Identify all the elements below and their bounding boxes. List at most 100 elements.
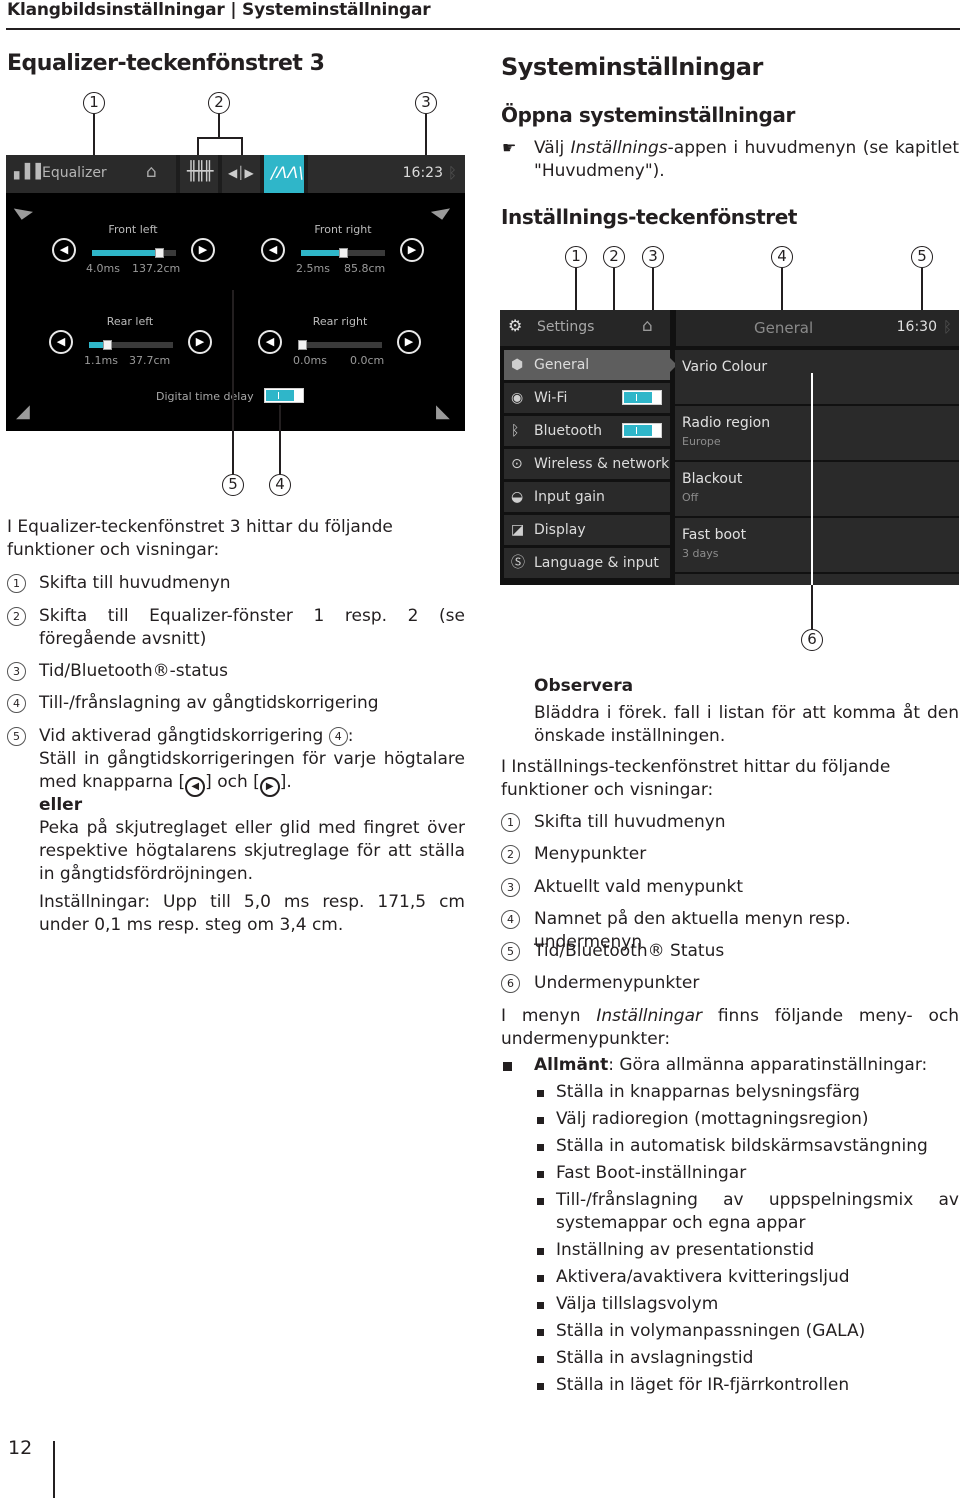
list-item: Tid/Bluetooth®-status (39, 661, 229, 681)
eq-title: Equalizer (42, 165, 107, 181)
eq-tab-mixer[interactable]: ╫╫╫ (180, 155, 218, 193)
system-settings-title: Systeminställningar (501, 53, 763, 81)
speaker-front-left-icon: ◣ (11, 196, 35, 223)
toggle-on-fill (624, 425, 652, 436)
balance-icon: ◀│▶ (228, 166, 254, 180)
header-rule (6, 28, 960, 30)
callout-4: 4 (771, 246, 793, 268)
bluetooth-icon: ᛒ (447, 164, 457, 182)
sub-list-item: Ställa in volymanpassningen (GALA) (556, 1321, 866, 1341)
sub-list-item: Aktivera/avaktivera kvitteringsljud (556, 1267, 850, 1287)
front-right-decrease-button[interactable]: ◀ (261, 238, 285, 262)
front-right-increase-button[interactable]: ▶ (400, 238, 424, 262)
note-text: Bläddra i förek. fall i listan för att k… (534, 703, 959, 746)
slider-knob[interactable] (155, 248, 165, 258)
rear-right-increase-button[interactable]: ▶ (397, 330, 421, 354)
front-right-slider[interactable] (301, 248, 385, 258)
slider-knob[interactable] (103, 340, 113, 350)
slider-knob[interactable] (298, 340, 307, 350)
settings-intro: I Inställnings-teckenfönstret hittar du … (501, 757, 891, 800)
sub-list-item: Till-/frånslagning av uppspelningsmix av… (556, 1190, 959, 1233)
item5-text: Vid aktiverad gångtidskorrigering (39, 726, 324, 746)
sub-list-item: Ställa in avslagningstid (556, 1348, 754, 1368)
gauge-icon: ◒ (511, 489, 524, 505)
bluetooth-icon: ᛒ (942, 318, 952, 336)
item5-line2: Ställ in gångtidskorrigeringen för varje… (39, 749, 465, 769)
sub-list-item: Fast Boot-inställningar (556, 1163, 747, 1183)
submenu-title: Blackout (682, 471, 743, 487)
eq-time: 16:23 (402, 165, 443, 181)
eq-tab-curve-active[interactable]: /ΛΛ\ (264, 155, 304, 193)
submenu-item-fast-boot[interactable]: Fast boot 3 days (675, 518, 959, 572)
menu-item-bluetooth[interactable]: ᛒ Bluetooth (504, 416, 670, 446)
callout-5: 5 (911, 246, 933, 268)
digital-time-delay-toggle[interactable] (264, 388, 304, 403)
display-icon: ◪ (511, 522, 525, 538)
rear-left-slider[interactable] (89, 340, 173, 350)
toggle-indicator (636, 427, 637, 434)
home-icon[interactable]: ⌂ (146, 162, 157, 182)
sub-list-item: Inställning av presentationstid (556, 1240, 815, 1260)
wifi-icon: ◉ (511, 390, 524, 406)
sub-bullet (537, 1302, 544, 1309)
curve-icon: /ΛΛ\ (271, 163, 304, 182)
sub-list-item: Välj radioregion (mottagningsregion) (556, 1109, 869, 1129)
menu-item-wireless-network[interactable]: ⊙ Wireless & network (504, 449, 670, 479)
submenu-item-more[interactable] (675, 574, 959, 585)
menu-item-input-gain[interactable]: ◒ Input gain (504, 482, 670, 512)
speaker-label-front-left: Front left (108, 223, 158, 236)
sub-list-item: Ställa in knapparnas belysningsfärg (556, 1082, 860, 1102)
callout-2: 2 (208, 92, 230, 114)
sub-bullet (537, 1329, 544, 1336)
submenu-item-vario-colour[interactable]: Vario Colour (675, 350, 959, 404)
front-left-slider[interactable] (92, 248, 176, 258)
menu-item-language-input[interactable]: Ⓢ Language & input (504, 548, 670, 578)
toggle-indicator (278, 392, 279, 399)
front-left-increase-button[interactable]: ▶ (191, 238, 215, 262)
callout-1: 1 (565, 246, 587, 268)
menu-item-display[interactable]: ◪ Display (504, 515, 670, 545)
bluetooth-toggle[interactable] (622, 423, 662, 438)
list-item: Till-/frånslagning av gångtidskorrigerin… (39, 693, 379, 713)
eq-home-tab[interactable]: ▖▌▌ Equalizer ⌂ (6, 155, 176, 193)
rear-right-decrease-button[interactable]: ◀ (258, 330, 282, 354)
eq-tab-balance[interactable]: ◀│▶ (222, 155, 260, 193)
slider-knob[interactable] (339, 248, 348, 258)
submenu-item-blackout[interactable]: Blackout Off (675, 462, 959, 516)
wifi-toggle[interactable] (622, 390, 662, 405)
callout-line (425, 114, 427, 158)
rear-right-slider[interactable] (298, 340, 382, 350)
menu-label: Bluetooth (534, 423, 602, 439)
callout-1: 1 (83, 92, 105, 114)
gears-icon: ⚙ (508, 316, 523, 335)
sub-list-item: Välja tillslagsvolym (556, 1294, 719, 1314)
list-item: Skifta till Equalizer-fönster 1 resp. 2 … (39, 606, 465, 649)
front-left-decrease-button[interactable]: ◀ (52, 238, 76, 262)
home-icon[interactable]: ⌂ (642, 316, 653, 336)
mixer-sliders-icon: ╫╫╫ (187, 161, 213, 182)
sub-bullet (537, 1198, 544, 1205)
sub-bullet (537, 1356, 544, 1363)
language-icon: Ⓢ (511, 555, 525, 571)
submenu-title: Radio region (682, 415, 771, 431)
slider-fill (301, 250, 343, 256)
network-icon: ⊙ (511, 456, 523, 472)
submenu-item-radio-region[interactable]: Radio region Europe (675, 406, 959, 460)
menu-item-wifi[interactable]: ◉ Wi-Fi (504, 383, 670, 413)
sub-bullet (537, 1248, 544, 1255)
text: ] och [ (205, 772, 260, 792)
equalizer-screen: ▖▌▌ Equalizer ⌂ ╫╫╫ ◀│▶ /ΛΛ\ 16:23 ᛒ ◣ ◢… (6, 155, 465, 431)
rear-left-increase-button[interactable]: ▶ (188, 330, 212, 354)
menu-label: Wi-Fi (534, 390, 568, 406)
menu-item-general[interactable]: ⬢ General (504, 350, 670, 380)
submenu-title: Fast boot (682, 527, 747, 543)
callout-line (279, 405, 281, 474)
eq-status-area: 16:23 ᛒ (308, 155, 465, 193)
front-left-cm: 137.2cm (132, 262, 181, 275)
rear-left-decrease-button[interactable]: ◀ (49, 330, 73, 354)
callout-line (232, 290, 234, 474)
list-num: 5 (501, 942, 520, 961)
general-item: Allmänt: Göra allmänna apparatinställnin… (534, 1054, 927, 1077)
menu-label: Wireless & network (534, 456, 670, 472)
callout-5: 5 (222, 474, 244, 496)
